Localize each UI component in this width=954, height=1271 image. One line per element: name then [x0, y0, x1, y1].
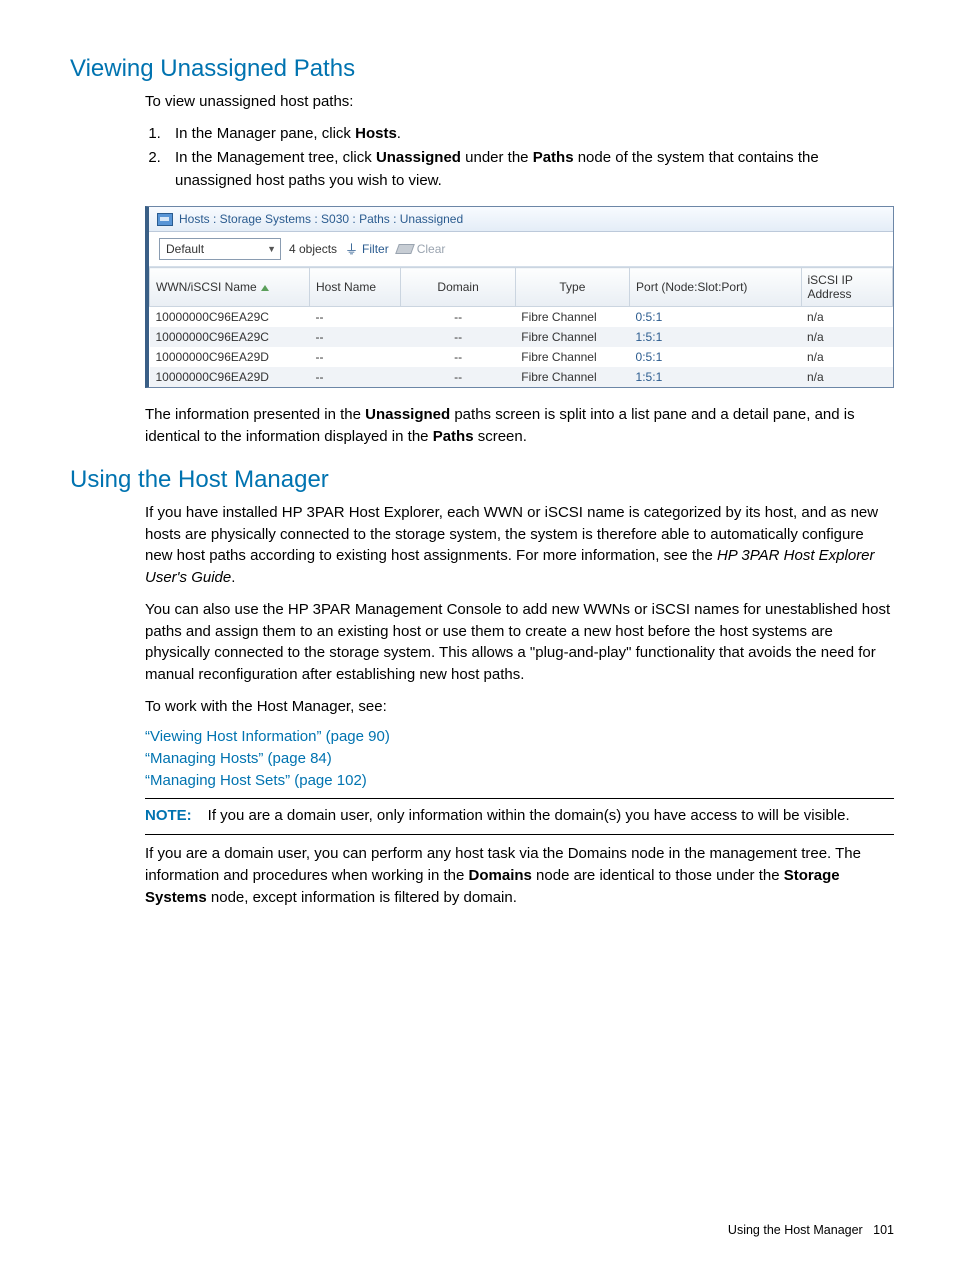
- cell-iscsi: n/a: [801, 307, 893, 328]
- cell-domain: --: [401, 327, 515, 347]
- note-rule-bottom: [145, 834, 894, 835]
- hm-p4-domains: Domains: [469, 867, 532, 884]
- paths-table: WWN/iSCSI Name Host Name Domain Type Por…: [149, 267, 893, 387]
- intro-text: To view unassigned host paths:: [145, 91, 894, 113]
- hm-p1: If you have installed HP 3PAR Host Explo…: [145, 502, 894, 589]
- hm-p4: If you are a domain user, you can perfor…: [145, 843, 894, 908]
- cell-wwn: 10000000C96EA29C: [150, 307, 310, 328]
- port-link[interactable]: 0:5:1: [636, 350, 663, 364]
- hm-p3: To work with the Host Manager, see:: [145, 696, 894, 718]
- cell-iscsi: n/a: [801, 347, 893, 367]
- heading-viewing-unassigned-paths: Viewing Unassigned Paths: [70, 55, 894, 83]
- outro-b: Unassigned: [365, 406, 450, 423]
- panel-title: Hosts : Storage Systems : S030 : Paths :…: [179, 212, 463, 226]
- cell-type: Fibre Channel: [515, 327, 629, 347]
- table-row[interactable]: 10000000C96EA29C----Fibre Channel0:5:1n/…: [150, 307, 893, 328]
- table-row[interactable]: 10000000C96EA29C----Fibre Channel1:5:1n/…: [150, 327, 893, 347]
- note-body: If you are a domain user, only informati…: [208, 807, 850, 824]
- cell-iscsi: n/a: [801, 327, 893, 347]
- port-link[interactable]: 1:5:1: [636, 370, 663, 384]
- cell-port: 1:5:1: [630, 367, 801, 387]
- cell-host: --: [310, 367, 401, 387]
- col-type[interactable]: Type: [515, 268, 629, 307]
- cell-host: --: [310, 347, 401, 367]
- sort-asc-icon: [261, 285, 269, 291]
- clear-label: Clear: [417, 242, 446, 256]
- step1-pre: In the Manager pane, click: [175, 125, 355, 142]
- step2-pre: In the Management tree, click: [175, 149, 376, 166]
- unassigned-paths-panel: Hosts : Storage Systems : S030 : Paths :…: [145, 206, 894, 388]
- view-select-value: Default: [166, 242, 204, 256]
- panel-toolbar: Default ▼ 4 objects ⏚ Filter Clear: [149, 232, 893, 267]
- port-link[interactable]: 1:5:1: [636, 330, 663, 344]
- cell-wwn: 10000000C96EA29D: [150, 347, 310, 367]
- outro-e: screen.: [474, 428, 527, 445]
- cell-type: Fibre Channel: [515, 307, 629, 328]
- port-link[interactable]: 0:5:1: [636, 310, 663, 324]
- cell-wwn: 10000000C96EA29C: [150, 327, 310, 347]
- cell-host: --: [310, 307, 401, 328]
- step2-paths: Paths: [533, 149, 574, 166]
- heading-using-host-manager: Using the Host Manager: [70, 466, 894, 494]
- unassigned-outro: The information presented in the Unassig…: [145, 404, 894, 448]
- note-label: NOTE:: [145, 807, 192, 824]
- cell-domain: --: [401, 307, 515, 328]
- footer-text: Using the Host Manager: [728, 1223, 863, 1237]
- footer-page: 101: [873, 1223, 894, 1237]
- col-port[interactable]: Port (Node:Slot:Port): [630, 268, 801, 307]
- note-rule-top: [145, 798, 894, 799]
- chevron-down-icon: ▼: [267, 244, 276, 254]
- cell-port: 0:5:1: [630, 347, 801, 367]
- panel-titlebar: Hosts : Storage Systems : S030 : Paths :…: [149, 207, 893, 232]
- step2-unassigned: Unassigned: [376, 149, 461, 166]
- note-block: NOTE: If you are a domain user, only info…: [145, 805, 894, 827]
- step1-hosts: Hosts: [355, 125, 397, 142]
- step-1: In the Manager pane, click Hosts.: [165, 123, 894, 146]
- step-2: In the Management tree, click Unassigned…: [165, 147, 894, 192]
- cell-iscsi: n/a: [801, 367, 893, 387]
- step2-mid: under the: [461, 149, 533, 166]
- col-wwn[interactable]: WWN/iSCSI Name: [150, 268, 310, 307]
- cell-domain: --: [401, 367, 515, 387]
- link-viewing-host-info[interactable]: “Viewing Host Information” (page 90): [145, 728, 390, 745]
- cell-type: Fibre Channel: [515, 367, 629, 387]
- page-footer: Using the Host Manager 101: [728, 1223, 894, 1237]
- hosts-icon: [157, 213, 173, 226]
- clear-button[interactable]: Clear: [397, 242, 446, 256]
- col-iscsi[interactable]: iSCSI IP Address: [801, 268, 893, 307]
- filter-button[interactable]: ⏚ Filter: [345, 242, 389, 256]
- object-count: 4 objects: [289, 242, 337, 256]
- outro-d: Paths: [433, 428, 474, 445]
- view-select[interactable]: Default ▼: [159, 238, 281, 260]
- col-wwn-label: WWN/iSCSI Name: [156, 280, 257, 294]
- cell-type: Fibre Channel: [515, 347, 629, 367]
- steps-list: In the Manager pane, click Hosts. In the…: [145, 123, 894, 193]
- cell-wwn: 10000000C96EA29D: [150, 367, 310, 387]
- cell-host: --: [310, 327, 401, 347]
- col-host[interactable]: Host Name: [310, 268, 401, 307]
- eraser-icon: [395, 244, 415, 254]
- filter-label: Filter: [362, 242, 389, 256]
- link-managing-hosts[interactable]: “Managing Hosts” (page 84): [145, 750, 332, 767]
- table-row[interactable]: 10000000C96EA29D----Fibre Channel0:5:1n/…: [150, 347, 893, 367]
- cell-port: 0:5:1: [630, 307, 801, 328]
- filter-icon: ⏚: [345, 243, 358, 256]
- outro-a: The information presented in the: [145, 406, 365, 423]
- hm-p4-e: node, except information is filtered by …: [207, 889, 517, 906]
- cell-port: 1:5:1: [630, 327, 801, 347]
- link-managing-host-sets[interactable]: “Managing Host Sets” (page 102): [145, 772, 367, 789]
- hm-p2: You can also use the HP 3PAR Management …: [145, 599, 894, 686]
- col-domain[interactable]: Domain: [401, 268, 515, 307]
- step1-post: .: [397, 125, 401, 142]
- hm-p1-end: .: [231, 569, 235, 586]
- hm-p4-c: node are identical to those under the: [532, 867, 784, 884]
- cell-domain: --: [401, 347, 515, 367]
- table-row[interactable]: 10000000C96EA29D----Fibre Channel1:5:1n/…: [150, 367, 893, 387]
